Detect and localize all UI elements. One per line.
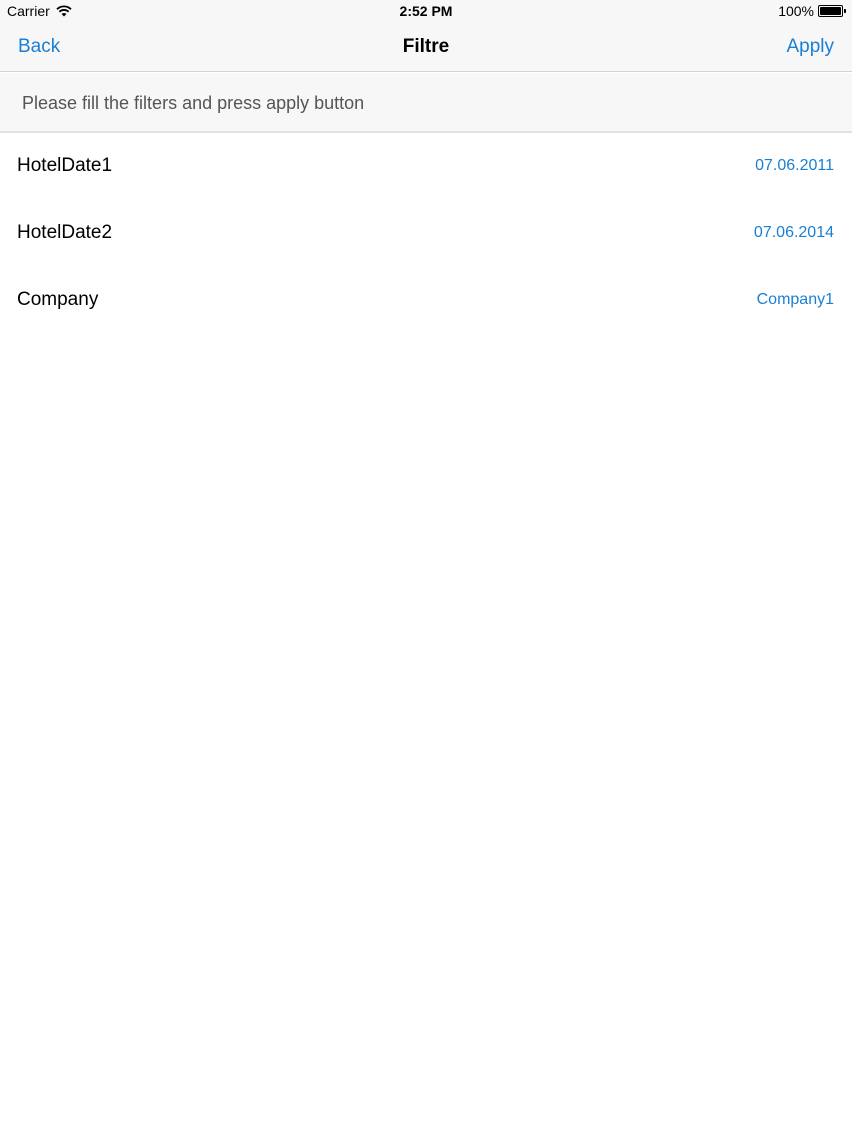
filter-value[interactable]: 07.06.2014 xyxy=(754,224,834,242)
page-title: Filtre xyxy=(402,36,450,57)
filter-label: Company xyxy=(17,289,99,310)
filter-value[interactable]: 07.06.2011 xyxy=(755,157,834,175)
filter-label: HotelDate1 xyxy=(17,155,113,176)
apply-button[interactable]: Apply xyxy=(786,36,834,58)
status-bar: Carrier 2:52 PM 100% xyxy=(0,0,852,22)
filter-row-company[interactable]: Company Company1 xyxy=(0,267,852,334)
hint-bar: Please fill the filters and press apply … xyxy=(0,73,852,133)
navigation-bar: Back Filtre Apply xyxy=(0,22,852,72)
filter-row-hoteldate2[interactable]: HotelDate2 07.06.2014 xyxy=(0,200,852,267)
hint-text: Please fill the filters and press apply … xyxy=(22,93,365,113)
status-time: 2:52 PM xyxy=(399,3,453,19)
battery-icon xyxy=(818,5,846,17)
filter-row-hoteldate1[interactable]: HotelDate1 07.06.2011 xyxy=(0,133,852,200)
filter-list: HotelDate1 07.06.2011 HotelDate2 07.06.2… xyxy=(0,133,852,334)
filter-value[interactable]: Company1 xyxy=(757,291,834,309)
status-right: 100% xyxy=(778,3,846,19)
filter-label: HotelDate2 xyxy=(17,222,113,243)
battery-percent: 100% xyxy=(778,3,814,19)
